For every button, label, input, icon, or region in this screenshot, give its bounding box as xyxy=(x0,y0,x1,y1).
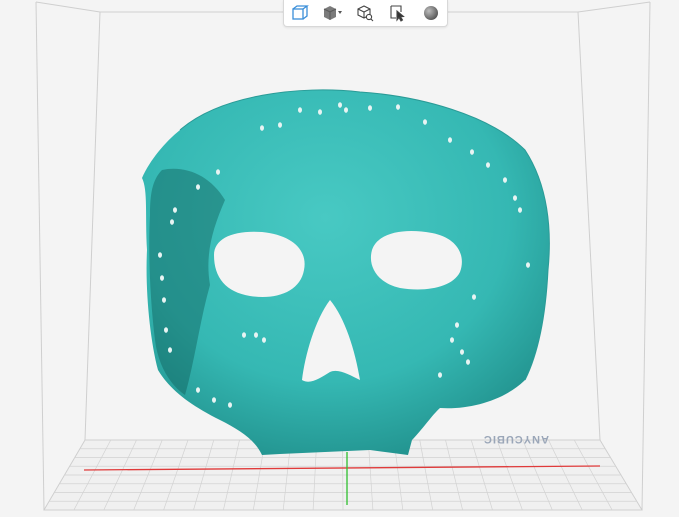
view-preset-button[interactable] xyxy=(320,2,346,24)
mask-hole xyxy=(344,107,348,113)
mask-hole xyxy=(448,137,452,143)
mask-hole xyxy=(168,347,172,353)
view-toolbar xyxy=(283,0,448,27)
mask-hole xyxy=(338,102,342,108)
3d-viewport[interactable]: ANYCUBIC xyxy=(0,0,679,517)
mask-hole xyxy=(196,387,200,393)
mask-hole xyxy=(513,195,517,201)
view-cube-button[interactable] xyxy=(287,2,313,24)
zoom-fit-icon xyxy=(356,4,374,22)
mask-hole xyxy=(170,219,174,225)
mask-hole xyxy=(503,177,507,183)
mask-hole xyxy=(254,332,258,338)
mask-hole xyxy=(298,107,302,113)
select-cursor-icon xyxy=(389,4,407,22)
mask-hole xyxy=(278,122,282,128)
mask-hole xyxy=(228,402,232,408)
mask-hole xyxy=(242,332,246,338)
mask-hole xyxy=(423,119,427,125)
skull-mask-model[interactable] xyxy=(142,89,550,455)
mask-hole xyxy=(262,337,266,343)
mask-hole xyxy=(518,207,522,213)
view-preset-icon xyxy=(322,4,344,22)
mask-hole xyxy=(472,294,476,300)
mask-hole xyxy=(526,262,530,268)
mask-hole xyxy=(173,207,177,213)
mask-hole xyxy=(438,372,442,378)
mask-hole xyxy=(318,109,322,115)
mask-hole xyxy=(196,184,200,190)
select-tool-button[interactable] xyxy=(385,2,411,24)
render-mode-button[interactable] xyxy=(418,2,444,24)
mask-hole xyxy=(216,169,220,175)
mask-hole xyxy=(460,349,464,355)
mask-hole xyxy=(470,149,474,155)
mask-hole xyxy=(368,105,372,111)
mask-hole xyxy=(455,322,459,328)
mask-hole xyxy=(486,162,490,168)
mask-hole xyxy=(396,104,400,110)
mask-hole xyxy=(212,397,216,403)
mask-hole xyxy=(162,297,166,303)
mask-hole xyxy=(164,327,168,333)
mask-hole xyxy=(158,252,162,258)
mask-hole xyxy=(160,275,164,281)
mask-hole xyxy=(466,359,470,365)
build-plate-brand-text: ANYCUBIC xyxy=(483,433,549,445)
view-cube-icon xyxy=(291,4,310,22)
mask-hole xyxy=(450,337,454,343)
zoom-fit-button[interactable] xyxy=(352,2,378,24)
render-mode-icon xyxy=(422,4,440,22)
mask-hole xyxy=(260,125,264,131)
